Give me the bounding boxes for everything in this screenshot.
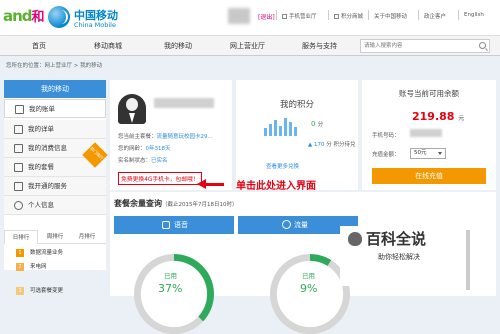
avatar <box>118 94 146 124</box>
points-mall-link[interactable]: 积分商城 <box>334 12 363 20</box>
data-used-label: 已用 <box>302 272 315 280</box>
balance-card: 账号当前可用余额 219.88 元 手机号码： 充值金额： 50元 在线充值 <box>362 80 496 190</box>
watermark-title: 百科全说 <box>366 230 427 248</box>
package-title: 套餐余量查询（截止2015年7月18日10时） <box>114 199 238 208</box>
rank-row[interactable]: 1 数据流量业务 <box>4 246 106 260</box>
annotation-text: 单击此处进入界面 <box>236 181 316 192</box>
phone-label: 手机号码： <box>372 133 400 139</box>
data-used-pct: 9% <box>300 282 318 295</box>
divider <box>276 10 277 20</box>
sidebar-item-services[interactable]: 我开通的服务 <box>4 177 106 196</box>
rank-row[interactable]: 2 来电网 <box>4 260 106 274</box>
points-pending: ▲ 170 分 积分待兑 <box>308 142 356 148</box>
user-name-redacted <box>228 8 250 24</box>
brand-name-en: China Mobile <box>74 21 116 29</box>
scrollbar[interactable] <box>466 230 470 290</box>
recharge-amount-select[interactable]: 50元 <box>410 148 446 159</box>
voice-used-pct: 37% <box>158 282 183 295</box>
china-mobile-logo-icon <box>48 6 70 28</box>
phone-redacted <box>410 129 442 137</box>
points-title: 我的积分 <box>279 100 314 110</box>
nav-home[interactable]: 首页 <box>32 41 46 51</box>
tab-monthly-rank[interactable]: 月排行 <box>70 230 104 244</box>
logout-link[interactable]: [退出] <box>258 12 275 21</box>
watermark-subtitle: 助你轻松解决 <box>378 253 420 261</box>
free-4g-sim-link[interactable]: 免费更换4G手机卡，包邮哦！ <box>118 172 202 185</box>
search-input[interactable] <box>361 40 471 52</box>
gift-icon <box>334 14 339 19</box>
divider <box>328 10 329 20</box>
more-redeem-link[interactable]: 查看更多兑换 <box>266 162 299 170</box>
arrow-shaft <box>204 183 224 186</box>
balance-amount: 219.88 元 <box>412 110 465 123</box>
list-icon <box>14 125 23 134</box>
rank-tabs: 日排行 周排行 月排行 <box>4 230 106 244</box>
nav-my-mobile[interactable]: 我的移动 <box>164 41 192 51</box>
nav-online-hall[interactable]: 网上营业厅 <box>230 41 265 51</box>
search-icon[interactable] <box>479 42 486 49</box>
phone-icon <box>162 221 170 229</box>
profile-card: 您当前主套餐：流量随意玩校园卡29... 您的网龄：0年318天 实名制状态：已… <box>110 80 232 190</box>
voice-used-label: 已用 <box>164 272 177 280</box>
enterprise-link[interactable]: 政企客户 <box>424 12 446 20</box>
person-icon <box>14 201 23 210</box>
plan-link[interactable]: 流量随意玩校园卡29... <box>157 134 213 140</box>
tab-daily-rank[interactable]: 日排行 <box>4 230 38 244</box>
user-name-redacted <box>154 98 214 108</box>
points-chart-icon <box>264 116 304 136</box>
globe-icon <box>282 220 291 229</box>
about-link[interactable]: 关于中国移动 <box>374 12 407 20</box>
recharge-amount-label: 充值金额： <box>372 152 400 158</box>
sidebar-title: 我的移动 <box>4 80 106 98</box>
phone-icon <box>282 14 287 19</box>
divider <box>368 10 369 20</box>
main-nav: 首页 移动商城 我的移动 网上营业厅 服务与支持 <box>0 35 500 56</box>
sidebar-item-profile[interactable]: 个人信息 <box>4 196 106 215</box>
nav-mall[interactable]: 移动商城 <box>94 41 122 51</box>
points-card: 我的积分 0 分 ▲ 170 分 积分待兑 查看更多兑换 <box>236 80 358 190</box>
tab-voice[interactable]: 语音 <box>114 216 234 234</box>
points-value: 0 分 <box>311 120 324 128</box>
and-logo[interactable]: and和 <box>3 6 45 25</box>
online-recharge-button[interactable]: 在线充值 <box>372 168 486 184</box>
divider <box>418 10 419 20</box>
tab-weekly-rank[interactable]: 周排行 <box>38 230 72 244</box>
english-link[interactable]: English <box>464 12 484 18</box>
search-box <box>360 39 490 53</box>
breadcrumb: 您所在的位置：网上营业厅 > 我的移动 <box>6 63 103 69</box>
divider <box>458 10 459 20</box>
network-age-line: 您的网龄：0年318天 <box>118 146 171 152</box>
paw-icon <box>348 232 362 246</box>
plan-line: 您当前主套餐：流量随意玩校园卡29... <box>118 134 213 140</box>
sidebar: 我的移动 我的账单 我的详单 我的消费信息 我的套餐 我开通的服务 个人信息 日… <box>4 80 106 271</box>
mobile-hall-link[interactable]: 手机营业厅 <box>282 12 317 20</box>
bill-icon <box>15 105 24 114</box>
chart-icon <box>14 144 23 153</box>
grid-icon <box>14 182 23 191</box>
balance-title: 账号当前可用余额 <box>399 89 459 98</box>
nav-service[interactable]: 服务与支持 <box>302 41 337 51</box>
realname-line: 实名制状态：已实名 <box>118 158 168 164</box>
sidebar-item-details[interactable]: 我的详单 <box>4 120 106 139</box>
sidebar-item-bill[interactable]: 我的账单 <box>4 99 106 118</box>
package-icon <box>14 163 23 172</box>
